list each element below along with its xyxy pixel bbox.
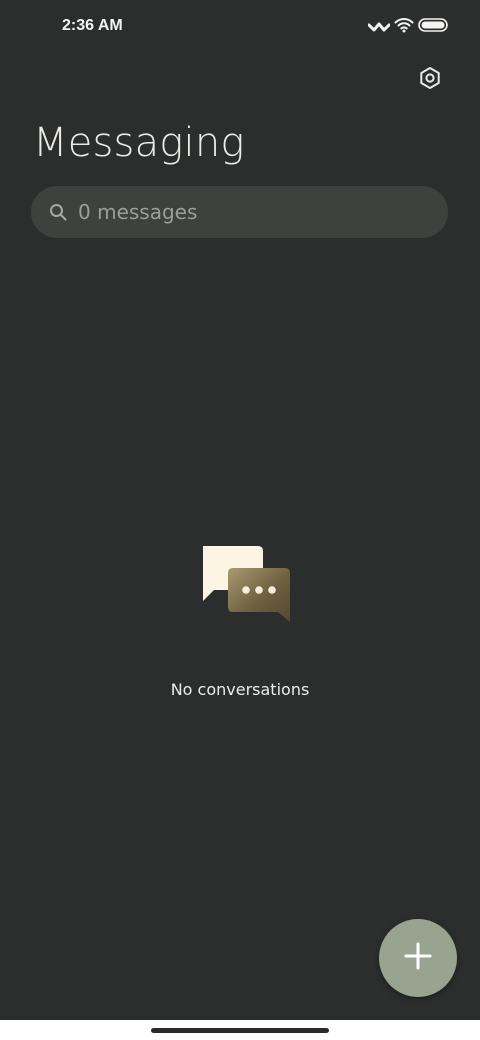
page-title: Messaging — [33, 120, 245, 166]
signal-icon — [367, 18, 391, 37]
status-icons — [367, 17, 450, 37]
battery-icon — [418, 17, 450, 37]
search-input[interactable] — [78, 200, 398, 224]
new-conversation-button[interactable] — [379, 919, 457, 997]
status-bar: 2:36 AM — [0, 0, 480, 56]
chat-bubbles-icon — [0, 540, 480, 630]
empty-state: No conversations — [0, 540, 480, 699]
navigation-bar — [0, 1020, 480, 1040]
wifi-icon — [394, 17, 414, 37]
empty-state-message: No conversations — [170, 680, 310, 699]
status-time: 2:36 AM — [62, 17, 123, 34]
search-bar[interactable] — [31, 186, 448, 238]
settings-button[interactable] — [414, 64, 446, 96]
plus-icon — [404, 942, 432, 974]
home-indicator[interactable] — [151, 1028, 329, 1033]
messaging-screen: 2:36 AM Messaging 0 messages No conversa… — [0, 0, 480, 1020]
search-icon — [48, 202, 68, 222]
settings-icon — [418, 66, 442, 94]
